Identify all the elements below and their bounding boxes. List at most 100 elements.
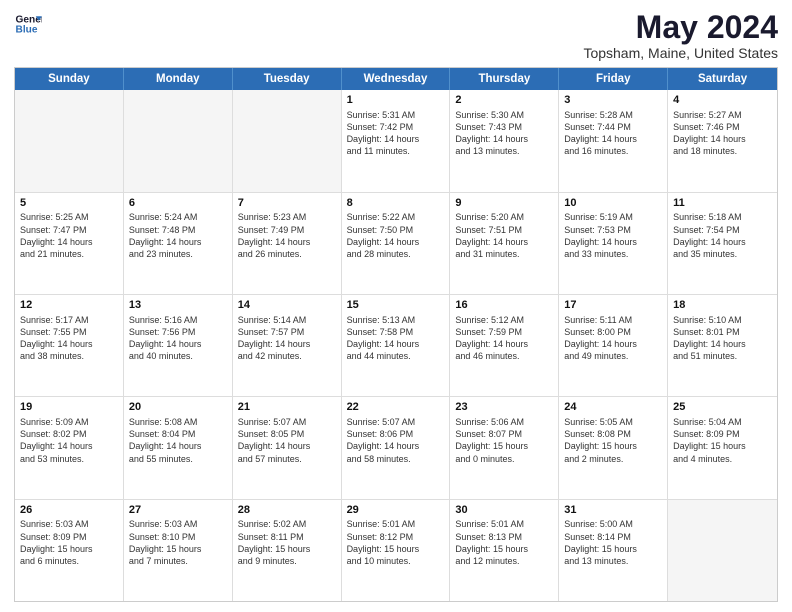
cal-day-14: 14Sunrise: 5:14 AMSunset: 7:57 PMDayligh… xyxy=(233,295,342,396)
header-day-monday: Monday xyxy=(124,68,233,90)
day-number: 28 xyxy=(238,503,336,518)
cal-day-13: 13Sunrise: 5:16 AMSunset: 7:56 PMDayligh… xyxy=(124,295,233,396)
cell-info-line: and 10 minutes. xyxy=(347,555,445,567)
cell-info-line: Daylight: 14 hours xyxy=(20,236,118,248)
day-number: 22 xyxy=(347,400,445,415)
cal-day-17: 17Sunrise: 5:11 AMSunset: 8:00 PMDayligh… xyxy=(559,295,668,396)
cell-info-line: and 57 minutes. xyxy=(238,453,336,465)
cal-day-empty xyxy=(15,90,124,191)
cell-info-line: Sunrise: 5:08 AM xyxy=(129,416,227,428)
cell-info-line: Sunset: 8:01 PM xyxy=(673,326,772,338)
day-number: 7 xyxy=(238,196,336,211)
cell-info-line: and 9 minutes. xyxy=(238,555,336,567)
cell-info-line: and 16 minutes. xyxy=(564,145,662,157)
cell-info-line: Sunset: 8:04 PM xyxy=(129,428,227,440)
cell-info-line: and 11 minutes. xyxy=(347,145,445,157)
cal-week-5: 26Sunrise: 5:03 AMSunset: 8:09 PMDayligh… xyxy=(15,500,777,601)
day-number: 15 xyxy=(347,298,445,313)
cell-info-line: Sunrise: 5:00 AM xyxy=(564,518,662,530)
cell-info-line: Sunset: 7:55 PM xyxy=(20,326,118,338)
cal-day-28: 28Sunrise: 5:02 AMSunset: 8:11 PMDayligh… xyxy=(233,500,342,601)
cell-info-line: Sunset: 8:09 PM xyxy=(20,531,118,543)
cal-day-31: 31Sunrise: 5:00 AMSunset: 8:14 PMDayligh… xyxy=(559,500,668,601)
cal-day-19: 19Sunrise: 5:09 AMSunset: 8:02 PMDayligh… xyxy=(15,397,124,498)
cal-day-5: 5Sunrise: 5:25 AMSunset: 7:47 PMDaylight… xyxy=(15,193,124,294)
cell-info-line: Sunrise: 5:01 AM xyxy=(455,518,553,530)
cell-info-line: Daylight: 15 hours xyxy=(238,543,336,555)
cell-info-line: Sunset: 7:44 PM xyxy=(564,121,662,133)
day-number: 19 xyxy=(20,400,118,415)
header-day-friday: Friday xyxy=(559,68,668,90)
cal-day-1: 1Sunrise: 5:31 AMSunset: 7:42 PMDaylight… xyxy=(342,90,451,191)
day-number: 11 xyxy=(673,196,772,211)
cell-info-line: Sunset: 8:08 PM xyxy=(564,428,662,440)
header-day-saturday: Saturday xyxy=(668,68,777,90)
cell-info-line: Sunrise: 5:24 AM xyxy=(129,211,227,223)
logo-icon: General Blue xyxy=(14,10,42,38)
cell-info-line: Sunset: 8:13 PM xyxy=(455,531,553,543)
cell-info-line: Sunrise: 5:25 AM xyxy=(20,211,118,223)
day-number: 17 xyxy=(564,298,662,313)
cell-info-line: and 49 minutes. xyxy=(564,350,662,362)
cell-info-line: Sunrise: 5:07 AM xyxy=(347,416,445,428)
cell-info-line: and 13 minutes. xyxy=(564,555,662,567)
cell-info-line: Daylight: 14 hours xyxy=(238,236,336,248)
cell-info-line: and 40 minutes. xyxy=(129,350,227,362)
cal-day-empty xyxy=(233,90,342,191)
cell-info-line: Sunset: 7:43 PM xyxy=(455,121,553,133)
cell-info-line: Sunset: 8:02 PM xyxy=(20,428,118,440)
cell-info-line: Daylight: 15 hours xyxy=(20,543,118,555)
day-number: 8 xyxy=(347,196,445,211)
day-number: 6 xyxy=(129,196,227,211)
day-number: 20 xyxy=(129,400,227,415)
day-number: 18 xyxy=(673,298,772,313)
cal-day-4: 4Sunrise: 5:27 AMSunset: 7:46 PMDaylight… xyxy=(668,90,777,191)
day-number: 29 xyxy=(347,503,445,518)
cell-info-line: and 46 minutes. xyxy=(455,350,553,362)
cell-info-line: and 42 minutes. xyxy=(238,350,336,362)
cell-info-line: and 55 minutes. xyxy=(129,453,227,465)
cell-info-line: Sunrise: 5:23 AM xyxy=(238,211,336,223)
cell-info-line: Sunset: 8:10 PM xyxy=(129,531,227,543)
day-number: 1 xyxy=(347,93,445,108)
cell-info-line: Sunrise: 5:16 AM xyxy=(129,314,227,326)
cell-info-line: Sunset: 7:47 PM xyxy=(20,224,118,236)
cell-info-line: and 13 minutes. xyxy=(455,145,553,157)
cell-info-line: and 53 minutes. xyxy=(20,453,118,465)
day-number: 23 xyxy=(455,400,553,415)
cal-week-2: 5Sunrise: 5:25 AMSunset: 7:47 PMDaylight… xyxy=(15,193,777,295)
day-number: 16 xyxy=(455,298,553,313)
cell-info-line: Sunset: 7:51 PM xyxy=(455,224,553,236)
cell-info-line: and 23 minutes. xyxy=(129,248,227,260)
main-title: May 2024 xyxy=(583,10,778,45)
header-day-tuesday: Tuesday xyxy=(233,68,342,90)
cal-day-15: 15Sunrise: 5:13 AMSunset: 7:58 PMDayligh… xyxy=(342,295,451,396)
cell-info-line: and 2 minutes. xyxy=(564,453,662,465)
cell-info-line: Sunrise: 5:11 AM xyxy=(564,314,662,326)
cal-day-9: 9Sunrise: 5:20 AMSunset: 7:51 PMDaylight… xyxy=(450,193,559,294)
day-number: 13 xyxy=(129,298,227,313)
cell-info-line: Sunset: 8:11 PM xyxy=(238,531,336,543)
cal-day-18: 18Sunrise: 5:10 AMSunset: 8:01 PMDayligh… xyxy=(668,295,777,396)
cal-day-12: 12Sunrise: 5:17 AMSunset: 7:55 PMDayligh… xyxy=(15,295,124,396)
cal-day-24: 24Sunrise: 5:05 AMSunset: 8:08 PMDayligh… xyxy=(559,397,668,498)
cal-week-3: 12Sunrise: 5:17 AMSunset: 7:55 PMDayligh… xyxy=(15,295,777,397)
logo: General Blue xyxy=(14,10,42,38)
cell-info-line: Sunset: 7:58 PM xyxy=(347,326,445,338)
cell-info-line: Daylight: 14 hours xyxy=(347,133,445,145)
cell-info-line: Sunset: 7:49 PM xyxy=(238,224,336,236)
cell-info-line: Sunset: 7:57 PM xyxy=(238,326,336,338)
cell-info-line: Sunset: 7:48 PM xyxy=(129,224,227,236)
cal-day-30: 30Sunrise: 5:01 AMSunset: 8:13 PMDayligh… xyxy=(450,500,559,601)
cell-info-line: Daylight: 15 hours xyxy=(129,543,227,555)
cell-info-line: and 44 minutes. xyxy=(347,350,445,362)
cal-day-29: 29Sunrise: 5:01 AMSunset: 8:12 PMDayligh… xyxy=(342,500,451,601)
cell-info-line: Sunrise: 5:09 AM xyxy=(20,416,118,428)
cell-info-line: Sunset: 7:53 PM xyxy=(564,224,662,236)
cell-info-line: and 35 minutes. xyxy=(673,248,772,260)
cal-day-20: 20Sunrise: 5:08 AMSunset: 8:04 PMDayligh… xyxy=(124,397,233,498)
cell-info-line: and 28 minutes. xyxy=(347,248,445,260)
cell-info-line: Sunrise: 5:28 AM xyxy=(564,109,662,121)
cell-info-line: Daylight: 14 hours xyxy=(564,236,662,248)
cell-info-line: Sunrise: 5:05 AM xyxy=(564,416,662,428)
